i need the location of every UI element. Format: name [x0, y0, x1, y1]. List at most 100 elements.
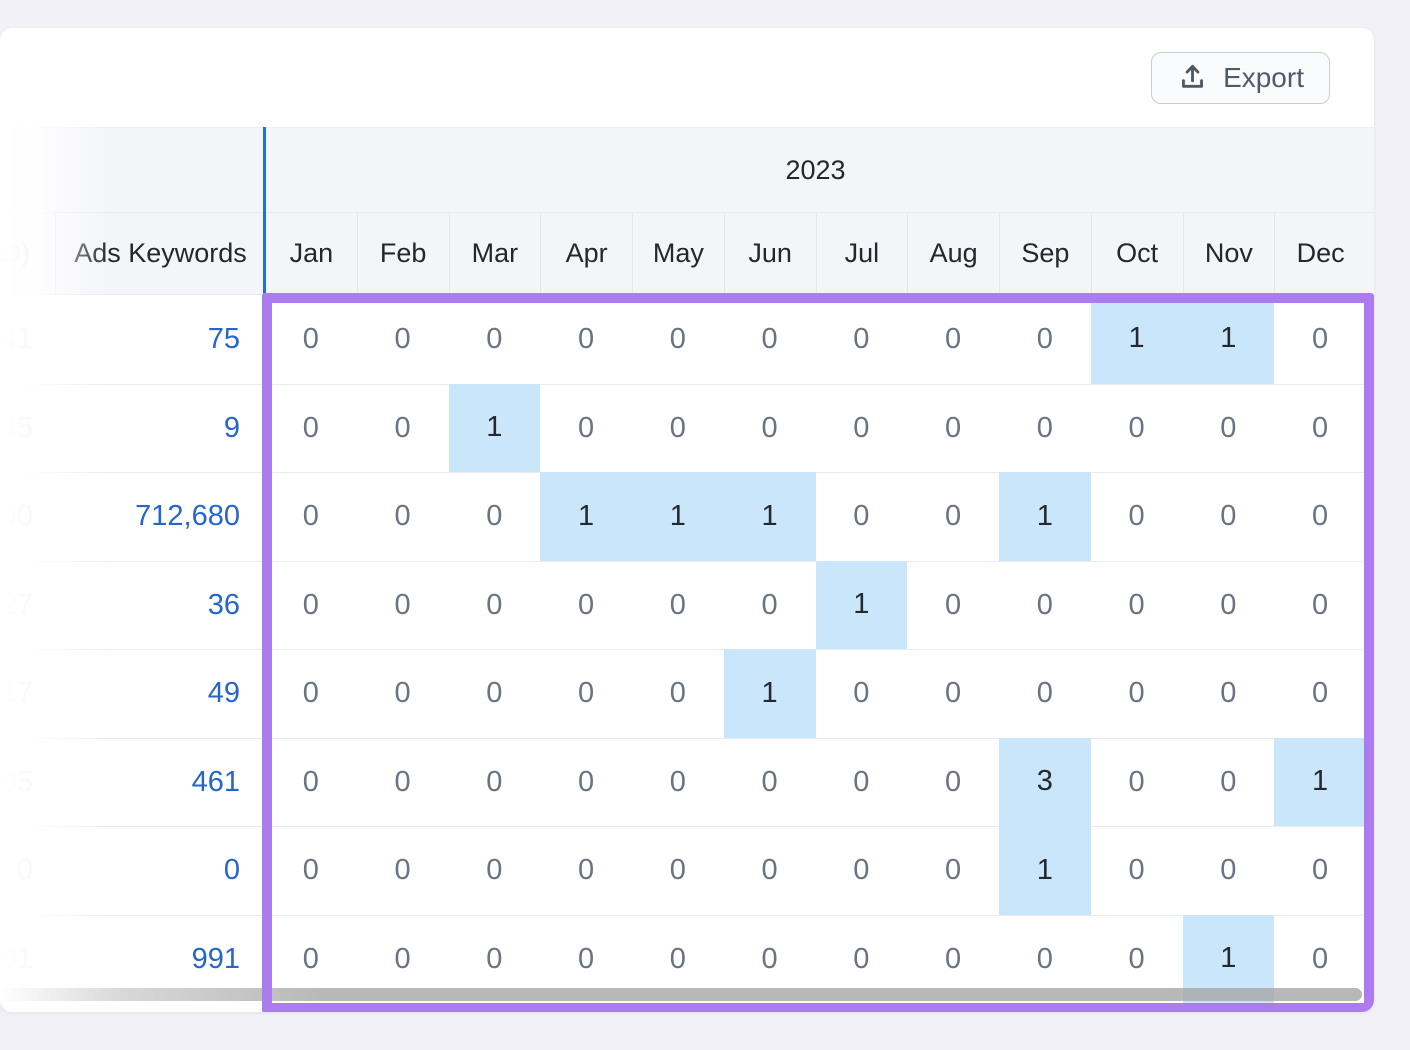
cell-dec: 0 [1274, 473, 1366, 561]
cell-dec: 0 [1274, 827, 1366, 915]
cell-nov: 0 [1183, 650, 1275, 738]
cell-oct: 0 [1091, 739, 1183, 827]
cell-jan: 0 [265, 650, 357, 738]
month-header-feb: Feb [357, 213, 449, 294]
cell-jul: 0 [816, 650, 908, 738]
cell-jan: 0 [265, 739, 357, 827]
cell-feb: 0 [357, 473, 449, 561]
row-id-partial: 90 [0, 473, 33, 561]
cell-aug: 0 [907, 562, 999, 650]
cell-nov: 0 [1183, 739, 1275, 827]
hidden-column-header: D) [0, 213, 30, 294]
cell-jun: 0 [724, 295, 816, 384]
ads-keywords-header: Ads Keywords [55, 213, 265, 294]
cell-jan: 0 [265, 295, 357, 384]
cell-oct: 0 [1091, 562, 1183, 650]
month-header-jul: Jul [816, 213, 908, 294]
cell-feb: 0 [357, 650, 449, 738]
cell-apr: 0 [540, 385, 632, 473]
ads-keywords-link[interactable]: 712,680 [55, 473, 240, 561]
month-header-nov: Nov [1183, 213, 1275, 294]
ads-keywords-link[interactable]: 9 [55, 385, 240, 473]
cell-dec: 0 [1274, 650, 1366, 738]
cell-mar: 0 [449, 473, 541, 561]
cell-aug: 0 [907, 295, 999, 384]
cell-feb: 0 [357, 295, 449, 384]
table-row: 359001000000000 [0, 384, 1374, 473]
month-header-sep: Sep [999, 213, 1091, 294]
cell-aug: 0 [907, 739, 999, 827]
cell-jul: 0 [816, 473, 908, 561]
horizontal-scrollbar[interactable] [0, 988, 1362, 1001]
cell-nov: 0 [1183, 473, 1275, 561]
cell-feb: 0 [357, 385, 449, 473]
row-id-partial: 17 [0, 650, 33, 738]
table-body: 417500000000011035900100000000090712,680… [0, 295, 1374, 1003]
month-header-oct: Oct [1091, 213, 1183, 294]
cell-may: 0 [632, 739, 724, 827]
cell-feb: 0 [357, 739, 449, 827]
cell-aug: 0 [907, 827, 999, 915]
cell-dec: 0 [1274, 385, 1366, 473]
cell-jan: 0 [265, 562, 357, 650]
ads-keywords-link[interactable]: 75 [55, 295, 240, 384]
cell-sep: 0 [999, 650, 1091, 738]
cell-sep: 0 [999, 295, 1091, 384]
cell-may: 1 [632, 472, 724, 561]
ads-keywords-link[interactable]: 461 [55, 739, 240, 827]
toolbar: Export [0, 28, 1374, 127]
table-row: 4175000000000110 [0, 295, 1374, 384]
cell-nov: 0 [1183, 385, 1275, 473]
cell-dec: 1 [1274, 738, 1366, 827]
cell-sep: 1 [999, 472, 1091, 561]
cell-may: 0 [632, 650, 724, 738]
table-row: 1749000001000000 [0, 649, 1374, 738]
report-panel: Export 2023 D) Ads Keywords JanFebMarApr… [0, 28, 1374, 1012]
cell-oct: 0 [1091, 385, 1183, 473]
cell-jun: 1 [724, 649, 816, 738]
cell-may: 0 [632, 385, 724, 473]
cell-mar: 1 [449, 384, 541, 473]
row-id-partial: 0 [0, 827, 33, 915]
cell-aug: 0 [907, 473, 999, 561]
cell-oct: 1 [1091, 294, 1183, 384]
cell-may: 0 [632, 827, 724, 915]
cell-jan: 0 [265, 827, 357, 915]
month-header-may: May [632, 213, 724, 294]
cell-oct: 0 [1091, 650, 1183, 738]
cell-mar: 0 [449, 650, 541, 738]
cell-apr: 0 [540, 739, 632, 827]
row-id-partial: 27 [0, 562, 33, 650]
cell-jun: 0 [724, 827, 816, 915]
cell-mar: 0 [449, 295, 541, 384]
cell-jul: 0 [816, 385, 908, 473]
table-row: 00000000001000 [0, 826, 1374, 915]
month-header-jan: Jan [265, 213, 357, 294]
month-header-jun: Jun [724, 213, 816, 294]
month-header-mar: Mar [449, 213, 541, 294]
year-header: 2023 [265, 128, 1366, 212]
cell-apr: 0 [540, 295, 632, 384]
table-row: 05461000000003001 [0, 738, 1374, 827]
cell-jun: 0 [724, 385, 816, 473]
cell-may: 0 [632, 562, 724, 650]
export-button-label: Export [1223, 62, 1304, 94]
cell-jun: 1 [724, 472, 816, 561]
cell-apr: 0 [540, 650, 632, 738]
export-button[interactable]: Export [1151, 52, 1330, 104]
ads-keywords-link[interactable]: 0 [55, 827, 240, 915]
cell-apr: 1 [540, 472, 632, 561]
cell-apr: 0 [540, 562, 632, 650]
cell-mar: 0 [449, 562, 541, 650]
ads-keywords-link[interactable]: 49 [55, 650, 240, 738]
ads-keywords-link[interactable]: 36 [55, 562, 240, 650]
cell-nov: 0 [1183, 562, 1275, 650]
row-id-partial: 41 [0, 295, 33, 384]
cell-oct: 0 [1091, 473, 1183, 561]
cell-jul: 1 [816, 561, 908, 650]
cell-sep: 3 [999, 738, 1091, 827]
cell-oct: 0 [1091, 827, 1183, 915]
cell-aug: 0 [907, 650, 999, 738]
cell-feb: 0 [357, 562, 449, 650]
cell-nov: 1 [1183, 294, 1275, 384]
